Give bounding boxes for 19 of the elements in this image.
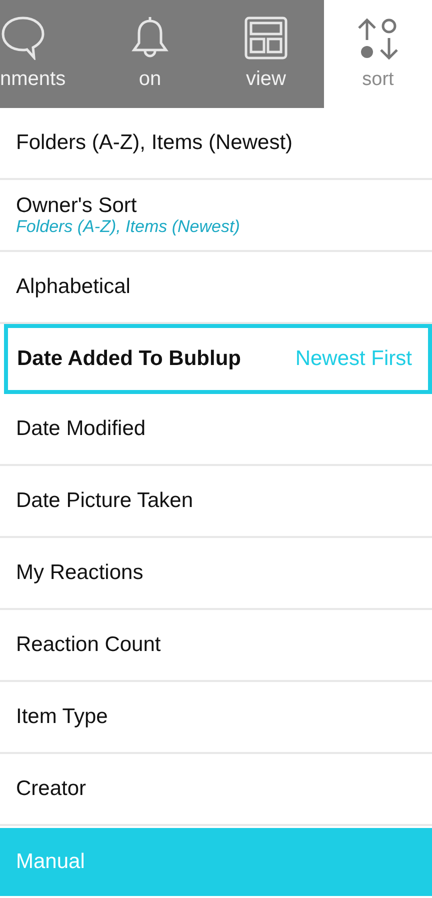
option-label: Creator: [16, 776, 88, 802]
toolbar-tab[interactable]: on: [92, 0, 208, 108]
option-label: Alphabetical: [16, 274, 132, 300]
option-label: Date Added To Bublup: [17, 346, 241, 372]
option-label: Owner's Sort: [16, 193, 138, 218]
option-label: My Reactions: [16, 560, 144, 586]
option-label: Date Picture Taken: [16, 488, 194, 514]
sort-direction: Newest First: [295, 346, 412, 372]
toolbar-tab[interactable]: view: [208, 0, 324, 108]
toolbar-tab[interactable]: nments: [0, 0, 92, 108]
option-label: Reaction Count: [16, 632, 162, 658]
option-label: Date Modified: [16, 416, 147, 442]
layout-icon: [244, 16, 288, 60]
option-label: Item Type: [16, 704, 109, 730]
bell-icon: [130, 14, 170, 60]
option-label: Folders (A-Z), Items (Newest): [16, 130, 294, 156]
sort-option[interactable]: Date Added To Bublup Newest First: [4, 324, 432, 394]
speech-bubble-icon: [0, 14, 46, 60]
option-subtitle: Folders (A-Z), Items (Newest): [16, 218, 241, 237]
